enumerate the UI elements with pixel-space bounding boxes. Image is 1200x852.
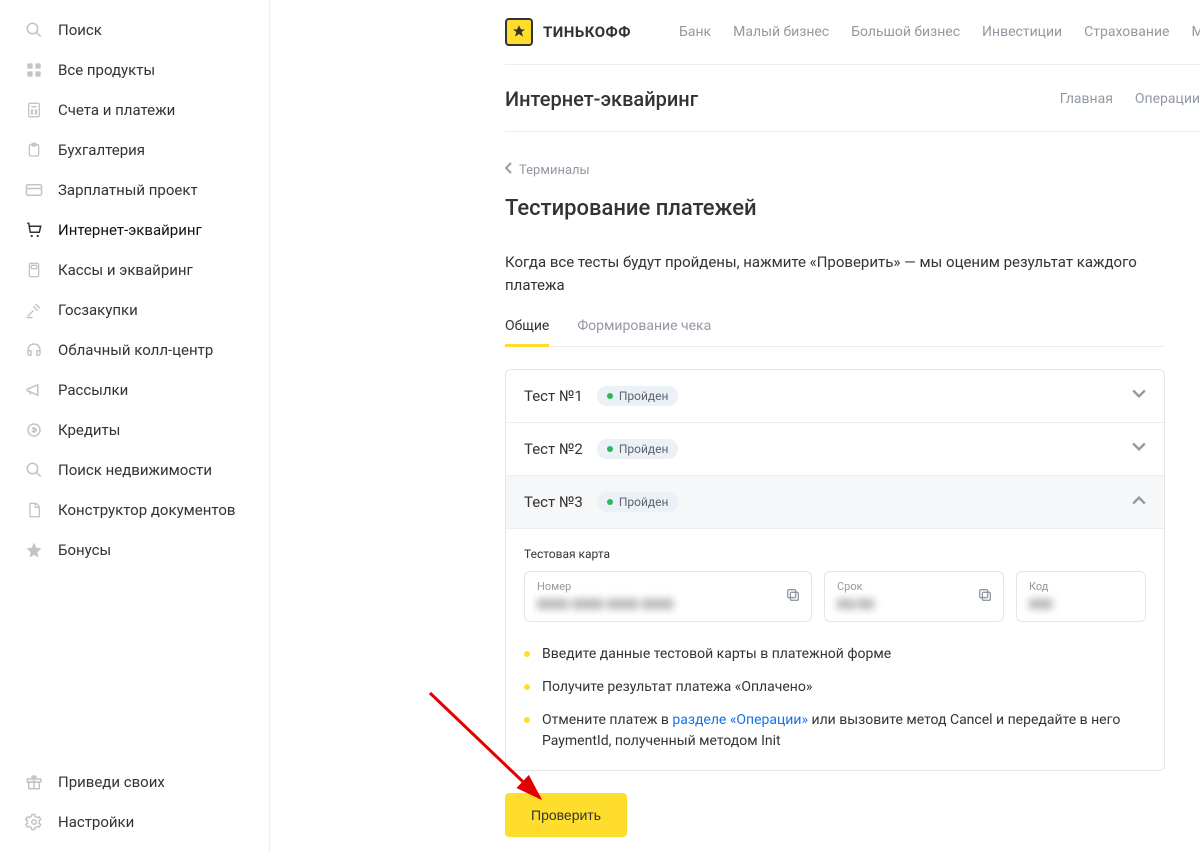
tests-panel: Тест №1 Пройден Тест №2 Пройден Тест №3 … xyxy=(505,369,1165,771)
status-dot-icon xyxy=(607,499,613,505)
field-value: 0000 0000 0000 0000 xyxy=(537,597,799,613)
test-body-3: Тестовая карта Номер 0000 0000 0000 0000… xyxy=(506,529,1164,770)
card-cvc-field: Код 000 xyxy=(1016,571,1146,622)
field-label: Номер xyxy=(537,580,799,593)
step-2: Получите результат платежа «Оплачено» xyxy=(524,677,1146,698)
step-1: Введите данные тестовой карты в платежно… xyxy=(524,644,1146,665)
card-fields: Номер 0000 0000 0000 0000 Срок 00/00 Код xyxy=(524,571,1146,622)
field-value: 000 xyxy=(1029,597,1133,613)
chevron-left-icon xyxy=(505,162,513,178)
main-region: ТИНЬКОФФ Банк Малый бизнес Большой бизне… xyxy=(35,0,1200,852)
step-text: Отмените платеж в разделе «Операции» или… xyxy=(542,710,1146,752)
test-name: Тест №2 xyxy=(524,440,583,458)
section-nav-main[interactable]: Главная xyxy=(1060,91,1113,107)
topbar: ТИНЬКОФФ Банк Малый бизнес Большой бизне… xyxy=(505,0,1200,65)
chevron-down-icon xyxy=(1132,387,1146,405)
status-badge: Пройден xyxy=(597,439,679,459)
test-row-3[interactable]: Тест №3 Пройден xyxy=(506,476,1164,529)
copy-number-button[interactable] xyxy=(785,587,801,607)
topnav-insurance[interactable]: Страхование xyxy=(1084,24,1169,40)
step-text: Получите результат платежа «Оплачено» xyxy=(542,677,812,698)
page-title: Тестирование платежей xyxy=(505,196,1165,221)
status-badge: Пройден xyxy=(597,386,679,406)
test-name: Тест №1 xyxy=(524,387,583,405)
topnav-small-biz[interactable]: Малый бизнес xyxy=(733,24,829,40)
steps-list: Введите данные тестовой карты в платежно… xyxy=(524,644,1146,752)
section-nav-ops[interactable]: Операции xyxy=(1135,91,1200,107)
status-dot-icon xyxy=(607,393,613,399)
copy-exp-button[interactable] xyxy=(977,587,993,607)
section-title: Интернет-эквайринг xyxy=(505,87,698,111)
field-value: 00/00 xyxy=(837,597,991,613)
topnav-mobile[interactable]: Мобайл xyxy=(1191,24,1200,40)
field-label: Срок xyxy=(837,580,991,593)
test-name: Тест №3 xyxy=(524,493,583,511)
logo-icon xyxy=(505,18,533,46)
test-card-label: Тестовая карта xyxy=(524,547,1146,561)
field-label: Код xyxy=(1029,580,1133,593)
section-header: Интернет-эквайринг Главная Операции xyxy=(505,65,1200,132)
step-text: Введите данные тестовой карты в платежно… xyxy=(542,644,891,665)
card-exp-field: Срок 00/00 xyxy=(824,571,1004,622)
topnav-bank[interactable]: Банк xyxy=(679,24,711,40)
step-3: Отмените платеж в разделе «Операции» или… xyxy=(524,710,1146,752)
bullet-icon xyxy=(524,717,530,723)
topnav-big-biz[interactable]: Большой бизнес xyxy=(851,24,960,40)
test-row-2[interactable]: Тест №2 Пройден xyxy=(506,423,1164,476)
content-tabs: Общие Формирование чека xyxy=(505,318,1165,347)
chevron-down-icon xyxy=(1132,440,1146,458)
status-badge: Пройден xyxy=(597,492,679,512)
topnav-invest[interactable]: Инвестиции xyxy=(982,24,1062,40)
tab-general[interactable]: Общие xyxy=(505,318,549,347)
status-dot-icon xyxy=(607,446,613,452)
back-link[interactable]: Терминалы xyxy=(505,162,1165,178)
card-number-field: Номер 0000 0000 0000 0000 xyxy=(524,571,812,622)
content: Терминалы Тестирование платежей Когда вс… xyxy=(505,132,1165,837)
page-desc: Когда все тесты будут пройдены, нажмите … xyxy=(505,251,1165,296)
status-text: Пройден xyxy=(619,389,669,403)
topnav: Банк Малый бизнес Большой бизнес Инвести… xyxy=(679,24,1200,40)
test-row-1[interactable]: Тест №1 Пройден xyxy=(506,370,1164,423)
bullet-icon xyxy=(524,684,530,690)
verify-button[interactable]: Проверить xyxy=(505,793,627,837)
operations-link[interactable]: разделе «Операции» xyxy=(672,712,808,728)
bullet-icon xyxy=(524,651,530,657)
status-text: Пройден xyxy=(619,442,669,456)
chevron-up-icon xyxy=(1132,493,1146,511)
status-text: Пройден xyxy=(619,495,669,509)
section-nav: Главная Операции xyxy=(1060,91,1200,107)
brand-name: ТИНЬКОФФ xyxy=(543,23,631,41)
tab-receipt[interactable]: Формирование чека xyxy=(577,318,711,347)
back-label: Терминалы xyxy=(519,163,590,178)
brand[interactable]: ТИНЬКОФФ xyxy=(505,18,631,46)
